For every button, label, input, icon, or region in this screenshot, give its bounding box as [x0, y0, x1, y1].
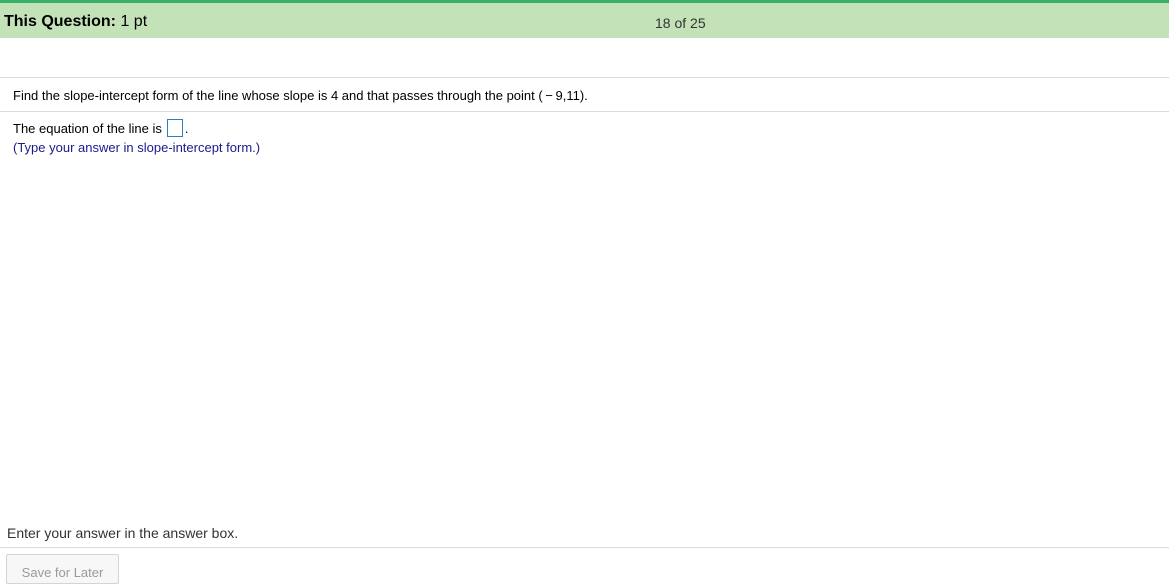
answer-input[interactable] — [166, 119, 183, 137]
question-points-label: This Question: — [4, 13, 116, 30]
answer-prefix: The equation of the line is — [13, 120, 162, 136]
question-points: This Question: 1 pt — [4, 13, 147, 31]
answer-line: The equation of the line is . — [13, 119, 189, 137]
divider — [0, 111, 1169, 112]
answer-hint: (Type your answer in slope-intercept for… — [13, 140, 261, 155]
question-header: This Question: 1 pt 18 of 25 — [0, 0, 1169, 38]
divider — [0, 547, 1169, 548]
answer-suffix: . — [184, 120, 189, 136]
question-points-value: 1 pt — [120, 13, 148, 30]
question-prompt: Find the slope-intercept form of the lin… — [13, 88, 588, 103]
status-message: Enter your answer in the answer box. — [7, 525, 239, 541]
save-for-later-button[interactable]: Save for Later — [6, 554, 119, 584]
divider — [0, 77, 1169, 78]
question-counter: 18 of 25 — [655, 15, 706, 31]
